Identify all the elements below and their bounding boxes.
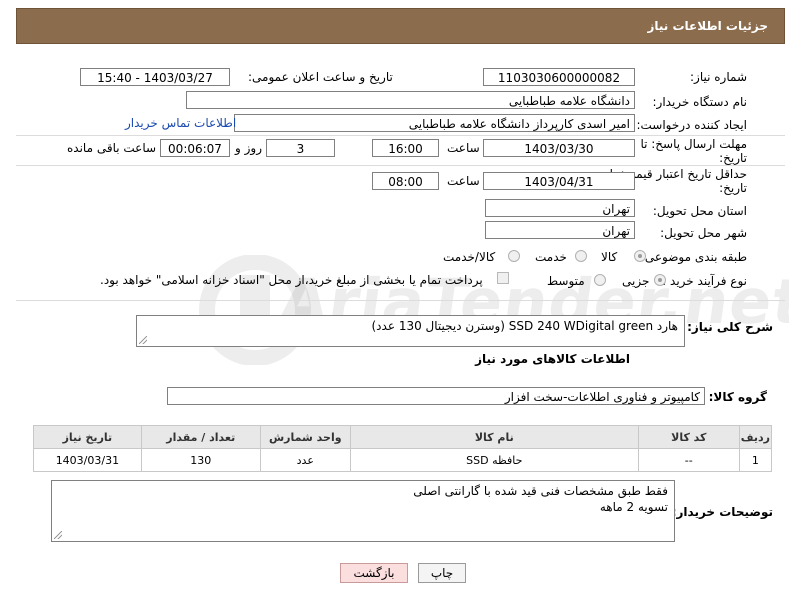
reply-deadline-date: 1403/03/30 (483, 139, 635, 157)
process-radio-medium[interactable] (594, 274, 606, 286)
requester-value: امیر اسدی کارپرداز دانشگاه علامه طباطبای… (234, 114, 635, 132)
cell-need-date: 1403/03/31 (33, 448, 142, 472)
category-radio-goods-service[interactable] (508, 250, 520, 262)
price-validity-time: 08:00 (372, 172, 439, 190)
remaining-time: 00:06:07 (160, 139, 230, 157)
description-text: هارد SSD 240 WDigital green (وسترن دیجیت… (371, 319, 679, 333)
table-header-row: ردیف کد کالا نام کالا واحد شمارش تعداد /… (33, 425, 773, 449)
category-radio-goods[interactable] (634, 250, 646, 262)
col-header-goods-name: نام کالا (349, 425, 639, 449)
goods-info-title: اطلاعات کالاهای مورد نیاز (475, 352, 630, 366)
category-option-goods: کالا (601, 250, 618, 264)
items-table: ردیف کد کالا نام کالا واحد شمارش تعداد /… (33, 425, 773, 472)
category-label: طبقه بندی موضوعی: (640, 250, 747, 264)
requester-label: ایجاد کننده درخواست: (636, 118, 747, 132)
print-button[interactable]: چاپ (418, 563, 466, 583)
buyer-notes-field[interactable]: فقط طبق مشخصات فنی قید شده با گارانتی اص… (51, 480, 675, 542)
cell-quantity: 130 (140, 448, 261, 472)
delivery-city-label: شهر محل تحویل: (660, 226, 747, 240)
col-header-unit: واحد شمارش (259, 425, 351, 449)
category-radio-service[interactable] (575, 250, 587, 262)
reply-deadline-time-label: ساعت (447, 141, 480, 155)
delivery-province-label: استان محل تحویل: (652, 204, 747, 218)
category-option-service: خدمت (535, 250, 567, 264)
description-label: شرح کلی نیاز: (687, 320, 773, 334)
separator (16, 135, 785, 136)
goods-group-value: کامپیوتر و فناوری اطلاعات-سخت افزار (167, 387, 705, 405)
col-header-goods-code: کد کالا (637, 425, 740, 449)
resize-handle[interactable] (54, 531, 62, 539)
announce-datetime-value: 1403/03/27 - 15:40 (80, 68, 230, 86)
description-field[interactable]: هارد SSD 240 WDigital green (وسترن دیجیت… (136, 315, 685, 347)
treasury-bonds-checkbox[interactable] (497, 272, 509, 284)
cell-goods-name: حافظه SSD (349, 448, 639, 472)
reply-deadline-label: مهلت ارسال پاسخ: تا (640, 137, 747, 151)
buyer-notes-line: فقط طبق مشخصات فنی قید شده با گارانتی اص… (413, 484, 668, 498)
cell-goods-code: -- (637, 448, 740, 472)
process-option-minor: جزیی (622, 274, 650, 288)
price-validity-label-date: تاریخ: (719, 181, 747, 195)
page-title: جزئیات اطلاعات نیاز (647, 19, 768, 33)
goods-group-label: گروه کالا: (708, 390, 767, 404)
need-number-label: شماره نیاز: (690, 70, 747, 84)
need-number-value: 1103030600000082 (483, 68, 635, 86)
page-header: جزئیات اطلاعات نیاز (16, 8, 785, 44)
resize-handle[interactable] (139, 336, 147, 344)
cell-row-number: 1 (738, 448, 773, 472)
process-option-medium: متوسط (547, 274, 585, 288)
remaining-days: 3 (266, 139, 335, 157)
category-option-goods-service: کالا/خدمت (443, 250, 496, 264)
back-button[interactable]: بازگشت (340, 563, 408, 583)
delivery-city-value: تهران (485, 221, 635, 239)
announce-datetime-label: تاریخ و ساعت اعلان عمومی: (248, 70, 393, 84)
buyer-contact-link[interactable]: اطلاعات تماس خریدار (125, 116, 236, 130)
table-row: 1 -- حافظه SSD عدد 130 1403/03/31 (33, 448, 773, 472)
separator (16, 300, 785, 301)
col-header-quantity: تعداد / مقدار (140, 425, 261, 449)
buyer-org-value: دانشگاه علامه طباطبایی (186, 91, 635, 109)
process-radio-minor[interactable] (654, 274, 666, 286)
col-header-need-date: تاریخ نیاز (33, 425, 142, 449)
delivery-province-value: تهران (485, 199, 635, 217)
buyer-notes-line: تسویه 2 ماهه (599, 500, 668, 514)
days-label: روز و (235, 141, 262, 155)
price-validity-time-label: ساعت (447, 174, 480, 188)
cell-unit: عدد (259, 448, 351, 472)
buyer-notes-label: توضیحات خریدار: (671, 505, 773, 519)
reply-deadline-time: 16:00 (372, 139, 439, 157)
reply-deadline-label-date: تاریخ: (719, 151, 747, 165)
price-validity-date: 1403/04/31 (483, 172, 635, 190)
treasury-bonds-note: پرداخت تمام یا بخشی از مبلغ خرید،از محل … (100, 273, 483, 287)
buyer-org-label: نام دستگاه خریدار: (652, 95, 748, 109)
remaining-time-label: ساعت باقی مانده (67, 141, 157, 155)
purchase-process-label: نوع فرآیند خرید : (662, 274, 747, 288)
separator (16, 165, 785, 166)
col-header-row-number: ردیف (738, 425, 773, 449)
